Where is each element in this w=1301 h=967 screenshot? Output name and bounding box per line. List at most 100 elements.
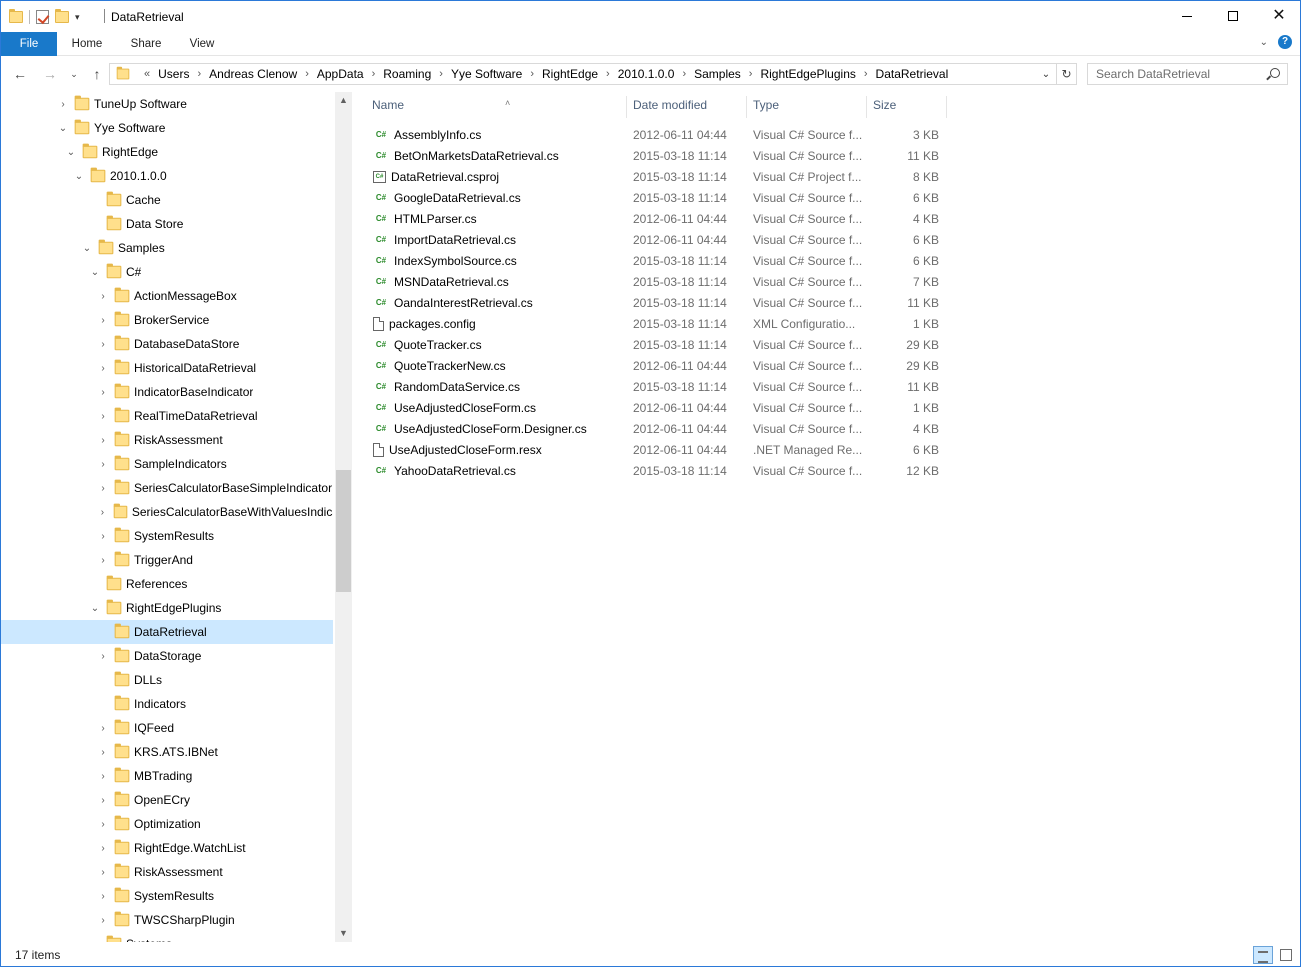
- new-folder-icon[interactable]: [55, 9, 69, 23]
- tree-item[interactable]: › RightEdge.WatchList: [1, 836, 333, 860]
- tree-item[interactable]: ⌄ Yye Software: [1, 116, 333, 140]
- tree-item[interactable]: › SampleIndicators: [1, 452, 333, 476]
- tree-item[interactable]: › KRS.ATS.IBNet: [1, 740, 333, 764]
- chevron-right-icon[interactable]: ›: [57, 99, 69, 110]
- chevron-right-icon[interactable]: ›: [97, 651, 109, 662]
- chevron-right-icon[interactable]: ›: [97, 315, 109, 326]
- chevron-right-icon[interactable]: ›: [97, 339, 109, 350]
- tree-item[interactable]: › ActionMessageBox: [1, 284, 333, 308]
- chevron-right-icon[interactable]: ›: [97, 747, 109, 758]
- chevron-down-icon[interactable]: ⌄: [81, 243, 93, 254]
- tree-item[interactable]: › TWSCSharpPlugin: [1, 908, 333, 932]
- search-icon[interactable]: [1270, 68, 1280, 78]
- chevron-right-icon[interactable]: ›: [97, 795, 109, 806]
- chevron-right-icon[interactable]: ›: [97, 723, 109, 734]
- tree-item[interactable]: › BrokerService: [1, 308, 333, 332]
- chevron-right-icon[interactable]: ›: [97, 915, 109, 926]
- file-row[interactable]: C# RandomDataService.cs 2015-03-18 11:14 Vi…: [366, 376, 946, 397]
- tab-file[interactable]: File: [1, 32, 57, 56]
- breadcrumb-rightedge[interactable]: RightEdge: [542, 67, 598, 81]
- chevron-right-icon[interactable]: ›: [97, 363, 109, 374]
- search-input[interactable]: [1088, 64, 1263, 84]
- address-bar[interactable]: « Users › Andreas Clenow › AppData › Roa…: [109, 63, 1077, 85]
- chevron-right-icon[interactable]: ›: [97, 843, 109, 854]
- file-row[interactable]: C# OandaInterestRetrieval.cs 2015-03-18 11…: [366, 292, 946, 313]
- chevron-down-icon[interactable]: ⌄: [89, 267, 101, 278]
- tab-share[interactable]: Share: [127, 32, 165, 56]
- forward-button[interactable]: →: [41, 65, 59, 83]
- tab-view[interactable]: View: [186, 32, 218, 56]
- file-row[interactable]: C# QuoteTrackerNew.cs 2012-06-11 04:44 Visu…: [366, 355, 946, 376]
- tree-item[interactable]: › IQFeed: [1, 716, 333, 740]
- breadcrumb-users[interactable]: Users: [158, 67, 189, 81]
- tree-item[interactable]: › OpenECry: [1, 788, 333, 812]
- breadcrumb-overflow-icon[interactable]: «: [144, 68, 150, 80]
- tree-item[interactable]: Cache: [1, 188, 333, 212]
- chevron-right-icon[interactable]: ›: [305, 68, 309, 80]
- scroll-down-icon[interactable]: ▼: [335, 925, 352, 942]
- tree-item[interactable]: DataRetrieval: [1, 620, 333, 644]
- chevron-down-icon[interactable]: ⌄: [65, 147, 77, 158]
- chevron-right-icon[interactable]: ›: [197, 68, 201, 80]
- tree-item[interactable]: › RiskAssessment: [1, 860, 333, 884]
- column-header-name[interactable]: Name ˄: [366, 92, 626, 119]
- tree-item[interactable]: › Systems: [1, 932, 333, 942]
- breadcrumb-roaming[interactable]: Roaming: [383, 67, 431, 81]
- tree-item[interactable]: DLLs: [1, 668, 333, 692]
- column-header-date[interactable]: Date modified: [627, 92, 746, 119]
- tree-item[interactable]: › MBTrading: [1, 764, 333, 788]
- details-view-icon[interactable]: [1253, 946, 1273, 964]
- chevron-right-icon[interactable]: ›: [749, 68, 753, 80]
- file-row[interactable]: C# UseAdjustedCloseForm.Designer.cs 2012-0…: [366, 418, 946, 439]
- chevron-right-icon[interactable]: ›: [97, 555, 109, 566]
- chevron-right-icon[interactable]: ›: [97, 411, 109, 422]
- help-icon[interactable]: ?: [1278, 35, 1292, 49]
- tree-item[interactable]: › Optimization: [1, 812, 333, 836]
- chevron-down-icon[interactable]: ⌄: [1260, 37, 1268, 48]
- maximize-button[interactable]: [1210, 1, 1256, 31]
- recent-locations-button[interactable]: ⌄: [65, 65, 83, 83]
- file-row[interactable]: C# HTMLParser.cs 2012-06-11 04:44 Visual C#…: [366, 208, 946, 229]
- chevron-right-icon[interactable]: ›: [864, 68, 868, 80]
- chevron-down-icon[interactable]: ⌄: [57, 123, 69, 134]
- breadcrumb-dataretrieval[interactable]: DataRetrieval: [876, 67, 949, 81]
- up-button[interactable]: ↑: [88, 65, 106, 83]
- tree-item[interactable]: ⌄ RightEdge: [1, 140, 333, 164]
- column-header-type[interactable]: Type: [747, 92, 866, 119]
- column-header-size[interactable]: Size: [867, 92, 946, 119]
- file-row[interactable]: C# BetOnMarketsDataRetrieval.cs 2015-03-18…: [366, 145, 946, 166]
- chevron-right-icon[interactable]: ›: [372, 68, 376, 80]
- file-row[interactable]: C# IndexSymbolSource.cs 2015-03-18 11:14 Vi…: [366, 250, 946, 271]
- chevron-right-icon[interactable]: ›: [97, 531, 109, 542]
- chevron-right-icon[interactable]: ›: [97, 459, 109, 470]
- chevron-right-icon[interactable]: ›: [97, 867, 109, 878]
- chevron-right-icon[interactable]: ›: [97, 771, 109, 782]
- tree-item[interactable]: › DataStorage: [1, 644, 333, 668]
- breadcrumb-samples[interactable]: Samples: [694, 67, 741, 81]
- column-divider[interactable]: [946, 96, 947, 118]
- scroll-up-icon[interactable]: ▲: [335, 92, 352, 109]
- tree-item[interactable]: › SeriesCalculatorBaseWithValuesIndicator: [1, 500, 333, 524]
- scroll-thumb[interactable]: [336, 470, 351, 592]
- tab-home[interactable]: Home: [69, 32, 105, 56]
- chevron-right-icon[interactable]: ›: [97, 435, 109, 446]
- tree-item[interactable]: Data Store: [1, 212, 333, 236]
- chevron-right-icon[interactable]: ›: [97, 483, 109, 494]
- customize-toolbar-icon[interactable]: ▾: [75, 12, 80, 23]
- tree-item[interactable]: › TriggerAnd: [1, 548, 333, 572]
- tree-item[interactable]: › SeriesCalculatorBaseSimpleIndicator: [1, 476, 333, 500]
- tree-item[interactable]: ⌄ RightEdgePlugins: [1, 596, 333, 620]
- chevron-right-icon[interactable]: ›: [606, 68, 610, 80]
- minimize-button[interactable]: [1164, 1, 1210, 31]
- tree-item[interactable]: › SystemResults: [1, 524, 333, 548]
- breadcrumb-appdata[interactable]: AppData: [317, 67, 364, 81]
- chevron-right-icon[interactable]: ›: [97, 819, 109, 830]
- large-icons-view-icon[interactable]: [1276, 946, 1296, 964]
- search-box[interactable]: [1087, 63, 1288, 85]
- properties-icon[interactable]: [36, 10, 49, 24]
- breadcrumb-andreas-clenow[interactable]: Andreas Clenow: [209, 67, 297, 81]
- file-row[interactable]: C# ImportDataRetrieval.cs 2012-06-11 04:44…: [366, 229, 946, 250]
- tree-item[interactable]: › TuneUp Software: [1, 92, 333, 116]
- file-row[interactable]: C# DataRetrieval.csproj 2015-03-18 11:14 Vi…: [366, 166, 946, 187]
- tree-item[interactable]: › SystemResults: [1, 884, 333, 908]
